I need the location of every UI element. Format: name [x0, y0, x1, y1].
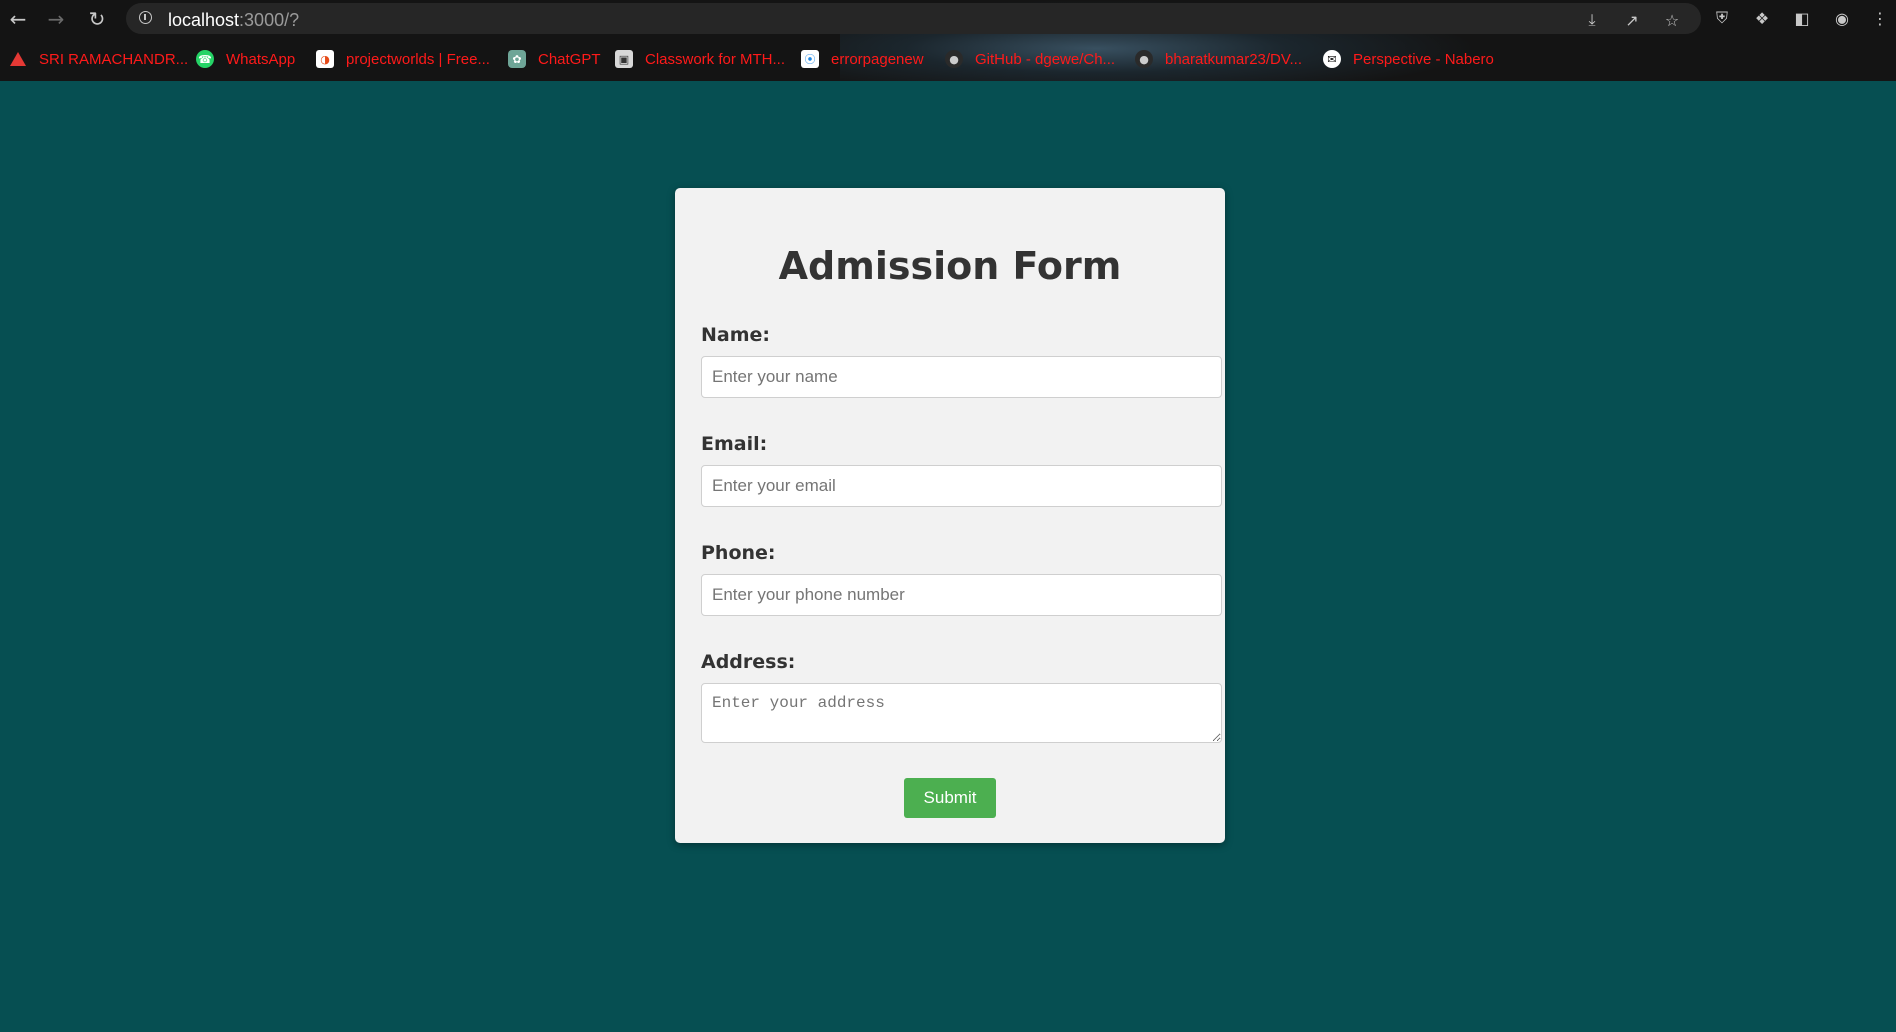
extensions-puzzle-icon[interactable]: ❖ — [1750, 6, 1774, 30]
address-textarea[interactable] — [701, 683, 1222, 743]
errorpage-icon: ⦿ — [801, 50, 819, 68]
install-app-icon[interactable]: ⤓ — [1582, 10, 1602, 30]
browser-chrome: ← → ↻ localhost:3000/? ⤓ ↗ ☆ ⛨ ❖ ◧ ◉ ⋮ S… — [0, 0, 1896, 81]
bookmarks-bar: SRI RAMACHANDR... ☎ WhatsApp ◑ projectwo… — [0, 42, 1896, 76]
bookmark-label: ChatGPT — [538, 50, 601, 68]
url-host: localhost — [168, 10, 240, 30]
email-label: Email: — [701, 433, 768, 455]
bookmark-github-dgewe[interactable]: ● GitHub - dgewe/Ch... — [945, 48, 1115, 70]
share-icon[interactable]: ↗ — [1622, 10, 1642, 30]
bookmark-label: GitHub - dgewe/Ch... — [975, 50, 1116, 68]
back-button[interactable]: ← — [3, 4, 33, 34]
reload-icon: ↻ — [88, 7, 106, 31]
warning-triangle-icon — [9, 50, 27, 68]
github-icon: ● — [1135, 50, 1153, 68]
bookmark-label: Classwork for MTH... — [645, 50, 786, 68]
kebab-menu-icon[interactable]: ⋮ — [1868, 6, 1892, 30]
arrow-left-icon: ← — [9, 7, 27, 31]
admission-form-card: Admission Form Name: Email: Phone: Addre… — [675, 188, 1225, 843]
bookmark-label: WhatsApp — [226, 50, 296, 68]
browser-toolbar: ← → ↻ localhost:3000/? ⤓ ↗ ☆ ⛨ ❖ ◧ ◉ ⋮ — [0, 0, 1896, 38]
profile-avatar-icon[interactable]: ◉ — [1830, 6, 1854, 30]
url-text[interactable]: localhost:3000/? — [168, 10, 299, 31]
projectworlds-icon: ◑ — [316, 50, 334, 68]
bookmark-projectworlds[interactable]: ◑ projectworlds | Free... — [316, 48, 490, 70]
side-panel-icon[interactable]: ◧ — [1790, 6, 1814, 30]
perspective-icon: ✉ — [1323, 50, 1341, 68]
classroom-icon: ▣ — [615, 50, 633, 68]
arrow-right-icon: → — [47, 7, 65, 31]
bookmark-whatsapp[interactable]: ☎ WhatsApp — [196, 48, 295, 70]
name-label: Name: — [701, 324, 771, 346]
forward-button[interactable]: → — [41, 4, 71, 34]
address-bar[interactable]: localhost:3000/? ⤓ ↗ ☆ — [126, 3, 1701, 34]
github-icon: ● — [945, 50, 963, 68]
shield-extension-icon[interactable]: ⛨ — [1710, 6, 1734, 30]
name-input[interactable] — [701, 356, 1222, 398]
submit-button[interactable]: Submit — [904, 778, 996, 818]
reload-button[interactable]: ↻ — [82, 4, 112, 34]
info-icon[interactable] — [139, 11, 152, 24]
bookmark-label: projectworlds | Free... — [346, 50, 490, 68]
bookmark-label: Perspective - Nabero — [1353, 50, 1494, 68]
bookmark-star-icon[interactable]: ☆ — [1662, 10, 1682, 30]
bookmark-sri-ramachandra[interactable]: SRI RAMACHANDR... — [9, 48, 188, 70]
url-path: :3000/? — [239, 10, 300, 30]
bookmark-label: bharatkumar23/DV... — [1165, 50, 1303, 68]
phone-label: Phone: — [701, 542, 776, 564]
bookmark-label: SRI RAMACHANDR... — [39, 50, 189, 68]
bookmark-perspective[interactable]: ✉ Perspective - Nabero — [1323, 48, 1494, 70]
chatgpt-icon: ✿ — [508, 50, 526, 68]
bookmark-github-bharatkumar[interactable]: ● bharatkumar23/DV... — [1135, 48, 1302, 70]
bookmark-classwork[interactable]: ▣ Classwork for MTH... — [615, 48, 785, 70]
bookmark-chatgpt[interactable]: ✿ ChatGPT — [508, 48, 601, 70]
form-title: Admission Form — [778, 244, 1122, 288]
whatsapp-icon: ☎ — [196, 50, 214, 68]
bookmark-errorpagenew[interactable]: ⦿ errorpagenew — [801, 48, 924, 70]
email-input[interactable] — [701, 465, 1222, 507]
phone-input[interactable] — [701, 574, 1222, 616]
address-label: Address: — [701, 651, 796, 673]
bookmark-label: errorpagenew — [831, 50, 924, 68]
